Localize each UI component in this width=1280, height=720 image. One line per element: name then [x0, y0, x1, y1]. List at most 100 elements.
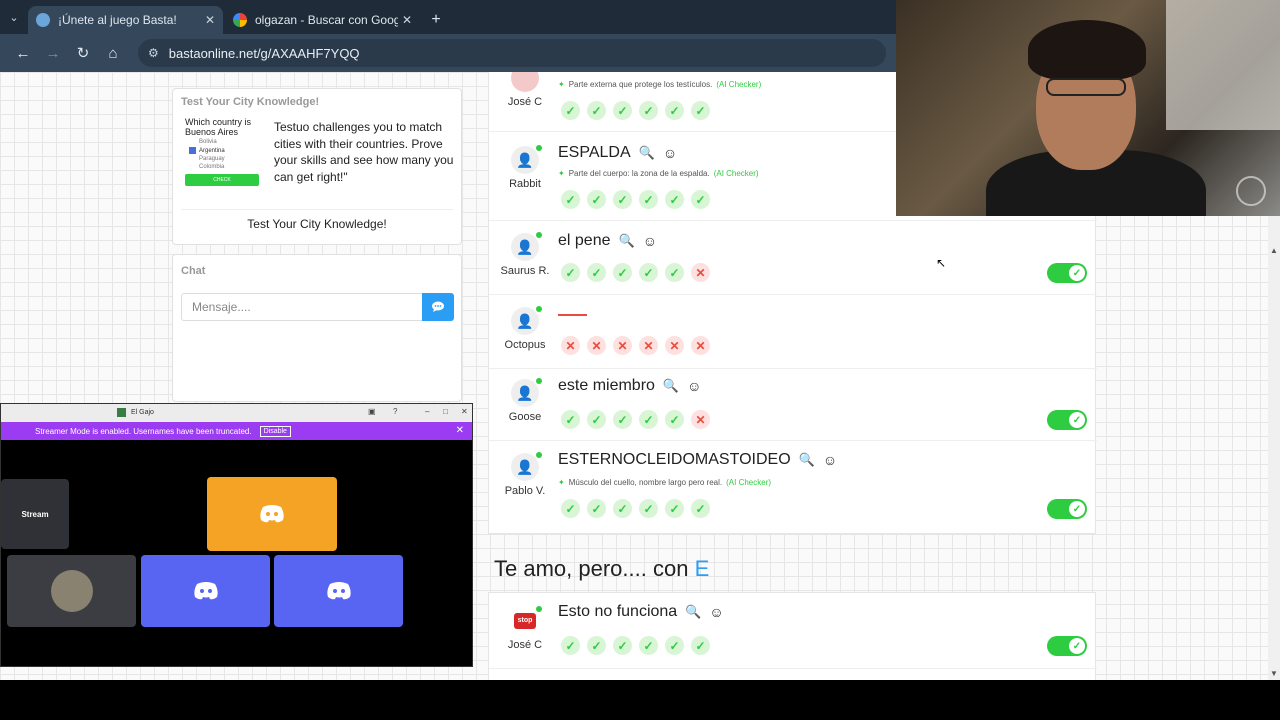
scroll-up-icon[interactable]: ▲ [1270, 246, 1278, 255]
page-scrollbar[interactable]: ▲ ▼ [1268, 216, 1280, 680]
search-icon[interactable]: 🔍 [663, 378, 679, 394]
scroll-down-icon[interactable]: ▼ [1270, 669, 1278, 678]
close-icon[interactable]: ✕ [461, 407, 468, 416]
ad-quiz-image: Which country is Buenos Aires Bolivia Ar… [185, 117, 263, 201]
discord-server: El Gajo [117, 408, 154, 417]
username: Rabbit [509, 178, 541, 190]
sparkle-icon: ✦ [558, 169, 565, 178]
tab-google[interactable]: olgazan - Buscar con Google ✕ [225, 6, 420, 34]
player: stop José C [497, 606, 553, 651]
ad-cta-button[interactable]: Test Your City Knowledge! [181, 209, 453, 237]
player: 👤 Saurus R. [497, 232, 553, 277]
vote-yes-icon: ✓ [613, 101, 632, 120]
glasses [1046, 78, 1126, 96]
vote-yes-icon: ✓ [587, 410, 606, 429]
check-icon: ✓ [1069, 265, 1085, 281]
search-icon[interactable]: 🔍 [799, 452, 815, 468]
close-icon[interactable]: ✕ [205, 13, 215, 27]
user-icon: 👤 [516, 384, 534, 401]
popout-icon[interactable]: ▣ [368, 407, 376, 416]
home-button[interactable]: ⌂ [98, 38, 128, 68]
vote-list: ✓ ✓ ✓ ✓ ✓ ✓ [561, 101, 717, 120]
avatar [511, 72, 539, 92]
ad-title: Test Your City Knowledge! [181, 96, 320, 108]
player: José C [497, 72, 553, 108]
new-tab-button[interactable]: + [422, 6, 450, 34]
search-icon[interactable]: 🔍 [639, 145, 655, 161]
reload-button[interactable]: ↻ [68, 38, 98, 68]
maximize-icon[interactable]: □ [443, 407, 448, 416]
back-button[interactable]: ← [8, 38, 38, 68]
answers-list-2: stop José C Esto no funciona 🔍 ☺ ✓ ✓ ✓ ✓ ✓ ✓ ✓ [488, 592, 1097, 680]
chat-bubble-icon [432, 301, 444, 312]
accept-toggle[interactable]: ✓ [1047, 263, 1087, 283]
voice-tile[interactable] [141, 555, 270, 627]
vote-yes-icon: ✓ [665, 263, 684, 282]
tab-basta[interactable]: ¡Únete al juego Basta! ✕ [28, 6, 223, 34]
avatar: 👤 [511, 145, 542, 174]
ai-hint: ✦ Parte externa que protege los testículo… [558, 80, 762, 89]
accept-toggle[interactable]: ✓ [1047, 636, 1087, 656]
chat-send-button[interactable] [422, 293, 454, 321]
quiz-option-selected: Argentina [189, 147, 263, 154]
channel-logo-icon [1236, 176, 1266, 206]
emoji-react-icon[interactable]: ☺ [823, 452, 837, 468]
close-icon[interactable]: ✕ [402, 13, 412, 27]
search-icon[interactable]: 🔍 [619, 233, 635, 249]
site-info-icon[interactable]: ⚙ [148, 46, 159, 60]
mouse-cursor-icon: ↖ [936, 256, 947, 270]
vote-yes-icon: ✓ [561, 190, 580, 209]
browser-toolbar: ← → ↻ ⌂ ⚙ bastaonline.net/g/AXAAHF7YQQ [0, 34, 896, 72]
checkbox-icon [189, 147, 196, 154]
tab-search-button[interactable]: ⌄ [0, 0, 28, 34]
stream-tile[interactable]: Stream [1, 479, 69, 549]
disable-button[interactable]: Disable [259, 425, 291, 437]
search-icon[interactable]: 🔍 [685, 604, 701, 620]
vote-yes-icon: ✓ [561, 410, 580, 429]
username: Goose [508, 411, 542, 423]
online-dot [536, 306, 542, 312]
emoji-react-icon[interactable]: ☺ [709, 604, 723, 620]
vote-yes-icon: ✓ [639, 190, 658, 209]
vote-no-icon: ✕ [691, 410, 710, 429]
voice-tile[interactable] [207, 477, 337, 551]
player: 👤 Rabbit [497, 145, 553, 190]
vote-yes-icon: ✓ [665, 101, 684, 120]
address-bar[interactable]: ⚙ bastaonline.net/g/AXAAHF7YQQ [138, 39, 886, 67]
discord-title-bar: El Gajo ▣ ? – □ ✕ [1, 404, 472, 422]
vote-no-icon: ✕ [691, 263, 710, 282]
background-window [1166, 0, 1280, 130]
vote-yes-icon: ✓ [639, 636, 658, 655]
vote-yes-icon: ✓ [665, 410, 684, 429]
answer-row: stop José C Esto no funciona 🔍 ☺ ✓ ✓ ✓ ✓ ✓ ✓ ✓ [489, 593, 1097, 669]
vote-yes-icon: ✓ [587, 263, 606, 282]
chat-title: Chat [181, 265, 206, 277]
answer-word: Esto no funciona 🔍 ☺ [558, 603, 724, 620]
accept-toggle[interactable]: ✓ [1047, 499, 1087, 519]
chat-card: Chat [172, 254, 462, 402]
close-icon[interactable]: ✕ [456, 425, 464, 436]
emoji-react-icon[interactable]: ☺ [687, 378, 701, 394]
forward-button[interactable]: → [38, 38, 68, 68]
vote-list: ✓ ✓ ✓ ✓ ✓ ✓ [561, 190, 717, 209]
vote-yes-icon: ✓ [561, 101, 580, 120]
avatar: 👤 [511, 378, 542, 407]
vote-no-icon: ✕ [639, 336, 658, 355]
emoji-react-icon[interactable]: ☺ [643, 233, 657, 249]
help-icon[interactable]: ? [393, 407, 397, 416]
emoji-react-icon[interactable]: ☺ [663, 145, 677, 161]
quiz-option: Bolivia [199, 139, 217, 145]
tab-title: ¡Únete al juego Basta! [58, 13, 177, 27]
voice-tile[interactable] [274, 555, 403, 627]
screen: ⌄ ¡Únete al juego Basta! ✕ olgazan - Bus… [0, 0, 1280, 720]
camera-tile[interactable] [7, 555, 136, 627]
minimize-icon[interactable]: – [425, 407, 429, 416]
chat-message-input[interactable] [181, 293, 423, 321]
online-dot [536, 232, 542, 238]
accept-toggle[interactable]: ✓ [1047, 410, 1087, 430]
google-favicon-icon [233, 13, 247, 27]
quiz-option: Colombia [199, 164, 225, 171]
vote-yes-icon: ✓ [639, 410, 658, 429]
webcam-overlay [896, 0, 1280, 216]
ad-card[interactable]: Test Your City Knowledge! Which country … [172, 88, 462, 245]
